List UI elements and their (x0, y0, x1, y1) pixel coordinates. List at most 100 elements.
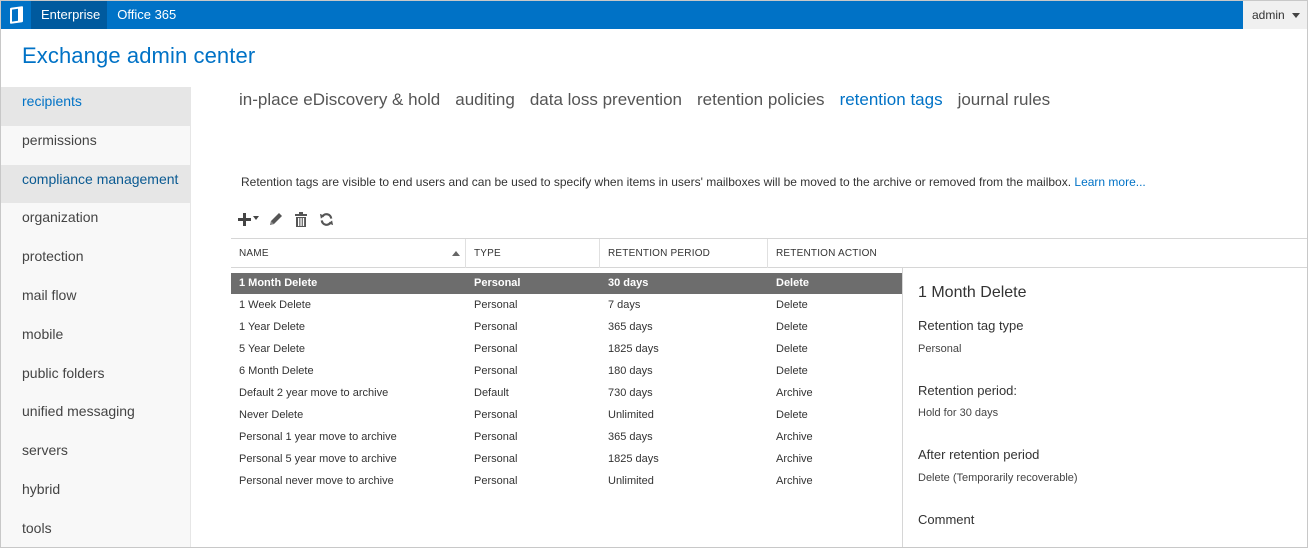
retention-tags-table: NAME TYPE RETENTION PERIOD RETENTION ACT… (231, 238, 1307, 487)
cell-period: 365 days (608, 431, 653, 443)
refresh-icon (319, 212, 333, 226)
cell-type: Personal (474, 277, 521, 289)
details-pane: 1 Month Delete Retention tag type Person… (902, 267, 1307, 547)
table-row[interactable]: Never Delete Personal Unlimited Delete (231, 404, 903, 426)
after-retention-label: After retention period (918, 447, 1040, 462)
cell-type: Personal (474, 321, 518, 333)
cell-type: Personal (474, 343, 518, 355)
toolbar (235, 209, 341, 229)
cell-action: Delete (776, 299, 808, 311)
retention-tag-type-label: Retention tag type (918, 318, 1024, 333)
cell-period: 180 days (608, 365, 653, 377)
cell-name: Personal 5 year move to archive (239, 453, 397, 465)
cell-action: Delete (776, 343, 808, 355)
nav-item-protection[interactable]: protection (1, 242, 190, 281)
table-row[interactable]: 1 Month Delete Personal 30 days Delete (231, 273, 903, 294)
table-row[interactable]: Default 2 year move to archive Default 7… (231, 382, 903, 404)
table-row[interactable]: 5 Year Delete Personal 1825 days Delete (231, 338, 903, 360)
cell-action: Archive (776, 387, 813, 399)
column-header-retention-period[interactable]: RETENTION PERIOD (600, 239, 768, 268)
plus-icon (237, 212, 251, 226)
cell-period: 1825 days (608, 343, 659, 355)
retention-period-value: Hold for 30 days (918, 407, 999, 419)
column-header-label: TYPE (474, 248, 501, 259)
cell-period: 730 days (608, 387, 653, 399)
top-nav-enterprise[interactable]: Enterprise (31, 1, 108, 29)
cell-type: Personal (474, 475, 518, 487)
nav-item-tools[interactable]: tools (1, 514, 190, 547)
top-nav: Enterprise Office 365 (31, 1, 183, 29)
tab-auditing[interactable]: auditing (455, 90, 515, 110)
tab-data-loss-prevention[interactable]: data loss prevention (530, 90, 682, 110)
chevron-down-icon (1292, 13, 1300, 18)
cell-name: Personal never move to archive (239, 475, 394, 487)
cell-type: Personal (474, 365, 518, 377)
nav-item-mail-flow[interactable]: mail flow (1, 281, 190, 320)
column-header-label: RETENTION ACTION (776, 248, 877, 259)
cell-period: 7 days (608, 299, 641, 311)
chevron-down-icon (252, 215, 259, 220)
cell-name: Never Delete (239, 409, 304, 421)
nav-item-permissions[interactable]: permissions (1, 126, 190, 165)
sub-tabs: in-place eDiscovery & hold auditing data… (239, 90, 1065, 110)
column-header-label: NAME (239, 248, 269, 259)
cell-period: 30 days (608, 277, 649, 289)
cell-action: Delete (776, 277, 810, 289)
table-row[interactable]: Personal never move to archive Personal … (231, 470, 903, 492)
top-nav-office365[interactable]: Office 365 (107, 1, 183, 29)
table-row[interactable]: Personal 5 year move to archive Personal… (231, 448, 903, 470)
cell-period: Unlimited (608, 475, 654, 487)
tab-retention-policies[interactable]: retention policies (697, 90, 825, 110)
tab-retention-tags[interactable]: retention tags (840, 90, 943, 110)
top-bar: Enterprise Office 365 admin (1, 1, 1307, 29)
cell-name: 1 Week Delete (239, 299, 311, 311)
refresh-button[interactable] (316, 209, 336, 229)
nav-item-compliance-management[interactable]: compliance management (1, 164, 190, 204)
table-row[interactable]: Personal 1 year move to archive Personal… (231, 426, 903, 448)
table-row[interactable]: 6 Month Delete Personal 180 days Delete (231, 360, 903, 382)
nav-item-servers[interactable]: servers (1, 436, 190, 475)
delete-button[interactable] (291, 209, 311, 229)
cell-action: Delete (776, 321, 808, 333)
page-description: Retention tags are visible to end users … (241, 175, 1146, 189)
cell-name: 5 Year Delete (239, 343, 306, 355)
cell-type: Personal (474, 409, 518, 421)
table-row[interactable]: 1 Week Delete Personal 7 days Delete (231, 294, 903, 316)
cell-action: Delete (776, 409, 808, 421)
column-header-label: RETENTION PERIOD (608, 248, 711, 259)
nav-item-unified-messaging[interactable]: unified messaging (1, 397, 190, 436)
column-header-type[interactable]: TYPE (466, 239, 600, 268)
add-button[interactable] (235, 209, 261, 229)
learn-more-link[interactable]: Learn more... (1074, 175, 1145, 189)
cell-name: 6 Month Delete (239, 365, 314, 377)
user-menu[interactable]: admin (1243, 1, 1307, 29)
pencil-icon (270, 213, 282, 225)
description-text: Retention tags are visible to end users … (241, 175, 1072, 189)
details-title: 1 Month Delete (918, 284, 1027, 301)
edit-button[interactable] (266, 209, 286, 229)
office-logo-icon[interactable] (1, 1, 31, 29)
nav-item-hybrid[interactable]: hybrid (1, 475, 190, 514)
cell-type: Personal (474, 431, 518, 443)
nav-item-organization[interactable]: organization (1, 203, 190, 242)
column-header-name[interactable]: NAME (231, 239, 466, 268)
table-header: NAME TYPE RETENTION PERIOD RETENTION ACT… (231, 238, 1307, 268)
nav-item-public-folders[interactable]: public folders (1, 359, 190, 398)
column-header-retention-action[interactable]: RETENTION ACTION (768, 239, 898, 268)
tab-in-place-ediscovery[interactable]: in-place eDiscovery & hold (239, 90, 440, 110)
cell-name: 1 Year Delete (239, 321, 306, 333)
cell-period: Unlimited (608, 409, 654, 421)
user-name: admin (1252, 8, 1285, 22)
comment-label: Comment (918, 512, 975, 527)
left-nav: recipients permissions compliance manage… (1, 87, 191, 547)
cell-action: Archive (776, 431, 813, 443)
nav-item-mobile[interactable]: mobile (1, 320, 190, 359)
tab-journal-rules[interactable]: journal rules (958, 90, 1051, 110)
table-row[interactable]: 1 Year Delete Personal 365 days Delete (231, 316, 903, 338)
cell-name: 1 Month Delete (239, 277, 318, 289)
nav-item-recipients[interactable]: recipients (1, 87, 190, 126)
after-retention-value: Delete (Temporarily recoverable) (918, 472, 1078, 484)
cell-type: Personal (474, 453, 518, 465)
eac-window: Enterprise Office 365 admin Exchange adm… (0, 0, 1308, 548)
retention-tag-type-value: Personal (918, 343, 962, 355)
